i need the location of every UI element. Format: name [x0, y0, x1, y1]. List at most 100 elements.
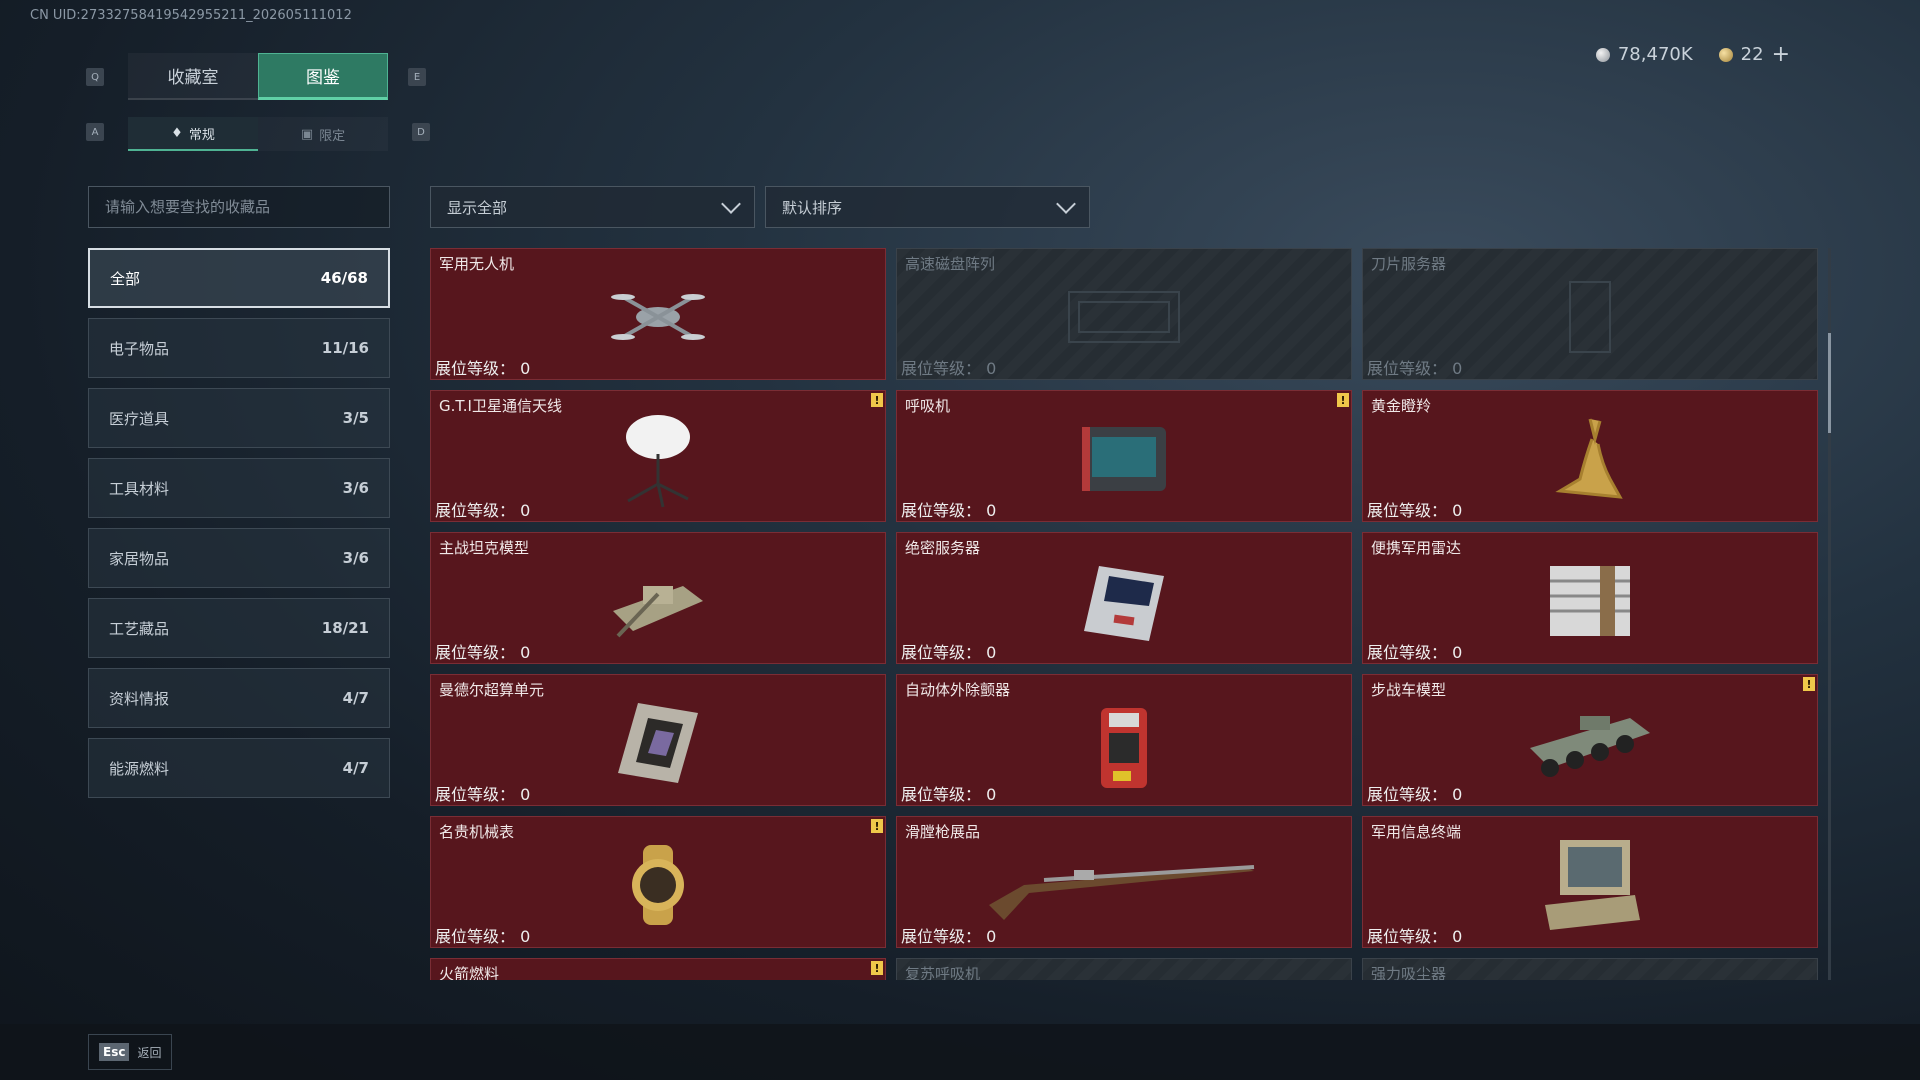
- booth-level: 展位等级： 0: [1367, 643, 1463, 662]
- booth-level: 展位等级： 0: [901, 785, 997, 804]
- currency-bar: 78,470K 22 +: [1595, 42, 1790, 67]
- item-card-rocket-fuel[interactable]: 火箭燃料 !: [430, 958, 886, 980]
- chevron-down-icon: [721, 194, 741, 214]
- subtab-limited-label: 限定: [319, 128, 346, 144]
- grid-scrollbar[interactable]: [1828, 248, 1831, 980]
- item-card-blade-server[interactable]: 刀片服务器 展位等级： 0: [1362, 248, 1818, 380]
- category-label: 工具材料: [109, 479, 170, 498]
- category-medical[interactable]: 医疗道具 3/5: [88, 388, 390, 448]
- key-hint-q: Q: [86, 68, 104, 86]
- category-label: 全部: [110, 269, 141, 288]
- category-label: 资料情报: [109, 689, 170, 708]
- item-name: 刀片服务器: [1371, 255, 1447, 273]
- esc-key-hint: Esc: [99, 1043, 130, 1061]
- item-card-satellite-antenna[interactable]: G.T.I卫星通信天线 ! 展位等级： 0: [430, 390, 886, 522]
- category-crafts[interactable]: 工艺藏品 18/21: [88, 598, 390, 658]
- category-household[interactable]: 家居物品 3/6: [88, 528, 390, 588]
- defibrillator-icon: [1101, 707, 1147, 788]
- booth-level: 展位等级： 0: [435, 359, 531, 378]
- silver-amount: 78,470K: [1617, 44, 1693, 65]
- filter-dropdown[interactable]: 显示全部: [430, 186, 755, 228]
- item-name: 黄金瞪羚: [1371, 397, 1432, 415]
- main-tabs: 收藏室 图鉴: [128, 53, 388, 100]
- musket-icon: [989, 864, 1255, 920]
- key-hint-e: E: [408, 68, 426, 86]
- item-name: 名贵机械表: [439, 823, 515, 841]
- item-name: 步战车模型: [1371, 681, 1447, 699]
- item-card-luxury-watch[interactable]: 名贵机械表 ! 展位等级： 0: [430, 816, 886, 948]
- item-name: 主战坦克模型: [439, 539, 530, 557]
- category-count: 3/6: [342, 479, 369, 497]
- category-energy[interactable]: 能源燃料 4/7: [88, 738, 390, 798]
- sort-dropdown[interactable]: 默认排序: [765, 186, 1090, 228]
- category-count: 3/6: [342, 549, 369, 567]
- item-card-top-secret-server[interactable]: 绝密服务器 展位等级： 0: [896, 532, 1352, 664]
- terminal-icon: [1545, 839, 1640, 930]
- category-label: 家居物品: [109, 549, 170, 568]
- item-card-golden-gazelle[interactable]: 黄金瞪羚 展位等级： 0: [1362, 390, 1818, 522]
- limited-icon: ▣: [300, 126, 314, 142]
- tank-icon: [613, 585, 703, 637]
- silver-currency: 78,470K: [1595, 44, 1693, 65]
- search-input[interactable]: [88, 186, 390, 228]
- subtab-regular[interactable]: ♦ 常规: [128, 117, 258, 151]
- chip-icon: [618, 702, 698, 783]
- category-list: 全部 46/68 电子物品 11/16 医疗道具 3/5 工具材料 3/6 家居…: [88, 248, 390, 798]
- golden-gazelle-icon: [1555, 418, 1623, 499]
- user-uid: CN UID:27332758419542955211_202605111012: [30, 8, 352, 23]
- item-card-musket[interactable]: 滑膛枪展品 展位等级： 0: [896, 816, 1352, 948]
- item-card-mandel-supercomputer[interactable]: 曼德尔超算单元 展位等级： 0: [430, 674, 886, 806]
- item-card-ventilator[interactable]: 呼吸机 ! 展位等级： 0: [896, 390, 1352, 522]
- back-button[interactable]: Esc 返回: [88, 1034, 173, 1070]
- item-name: 绝密服务器: [905, 539, 981, 557]
- category-intel[interactable]: 资料情报 4/7: [88, 668, 390, 728]
- item-card-ifv-model[interactable]: 步战车模型 ! 展位等级： 0: [1362, 674, 1818, 806]
- item-name: 便携军用雷达: [1371, 539, 1462, 557]
- item-card-military-drone[interactable]: 军用无人机 展位等级： 0: [430, 248, 886, 380]
- booth-level: 展位等级： 0: [435, 643, 531, 662]
- item-card-military-terminal[interactable]: 军用信息终端 展位等级： 0: [1362, 816, 1818, 948]
- add-currency-button[interactable]: +: [1772, 42, 1790, 67]
- booth-level: 展位等级： 0: [435, 501, 531, 520]
- item-card-tank-model[interactable]: 主战坦克模型 展位等级： 0: [430, 532, 886, 664]
- booth-level: 展位等级： 0: [901, 501, 997, 520]
- scrollbar-thumb[interactable]: [1828, 333, 1831, 433]
- booth-level: 展位等级： 0: [1367, 785, 1463, 804]
- item-card-vacuum-cleaner[interactable]: 强力吸尘器: [1362, 958, 1818, 980]
- item-card-disk-array[interactable]: 高速磁盘阵列 展位等级： 0: [896, 248, 1352, 380]
- booth-level: 展位等级： 0: [435, 927, 531, 946]
- category-all[interactable]: 全部 46/68: [88, 248, 390, 308]
- category-tools[interactable]: 工具材料 3/6: [88, 458, 390, 518]
- item-name: 强力吸尘器: [1371, 965, 1447, 980]
- disk-array-icon: [1068, 290, 1180, 343]
- tab-catalog[interactable]: 图鉴: [258, 53, 388, 100]
- drone-icon: [611, 293, 705, 340]
- filter-dropdown-value: 显示全部: [447, 198, 508, 217]
- subtab-regular-label: 常规: [188, 127, 215, 143]
- category-count: 11/16: [321, 339, 369, 357]
- footer-bar: [0, 1024, 1920, 1080]
- booth-level: 展位等级： 0: [435, 785, 531, 804]
- item-card-resuscitator[interactable]: 复苏呼吸机: [896, 958, 1352, 980]
- item-name: 自动体外除颤器: [905, 681, 1011, 699]
- item-card-portable-radar[interactable]: 便携军用雷达 展位等级： 0: [1362, 532, 1818, 664]
- tab-collection-room[interactable]: 收藏室: [128, 53, 258, 100]
- category-electronics[interactable]: 电子物品 11/16: [88, 318, 390, 378]
- gold-currency: 22 +: [1718, 42, 1790, 67]
- category-label: 能源燃料: [109, 759, 170, 778]
- item-card-aed[interactable]: 自动体外除颤器 展位等级： 0: [896, 674, 1352, 806]
- item-name: 滑膛枪展品: [905, 823, 981, 841]
- item-name: 高速磁盘阵列: [905, 255, 996, 273]
- warning-badge: !: [1803, 677, 1815, 691]
- subtab-limited[interactable]: ▣ 限定: [258, 117, 388, 151]
- booth-level: 展位等级： 0: [1367, 501, 1463, 520]
- satellite-dish-icon: [626, 414, 690, 507]
- item-name: 复苏呼吸机: [905, 965, 981, 980]
- key-hint-d: D: [412, 123, 430, 141]
- warning-badge: !: [871, 961, 883, 975]
- category-count: 3/5: [342, 409, 369, 427]
- flame-icon: ♦: [171, 125, 183, 141]
- radar-icon: [1550, 565, 1630, 636]
- booth-level: 展位等级： 0: [901, 359, 997, 378]
- ventilator-icon: [1082, 426, 1166, 491]
